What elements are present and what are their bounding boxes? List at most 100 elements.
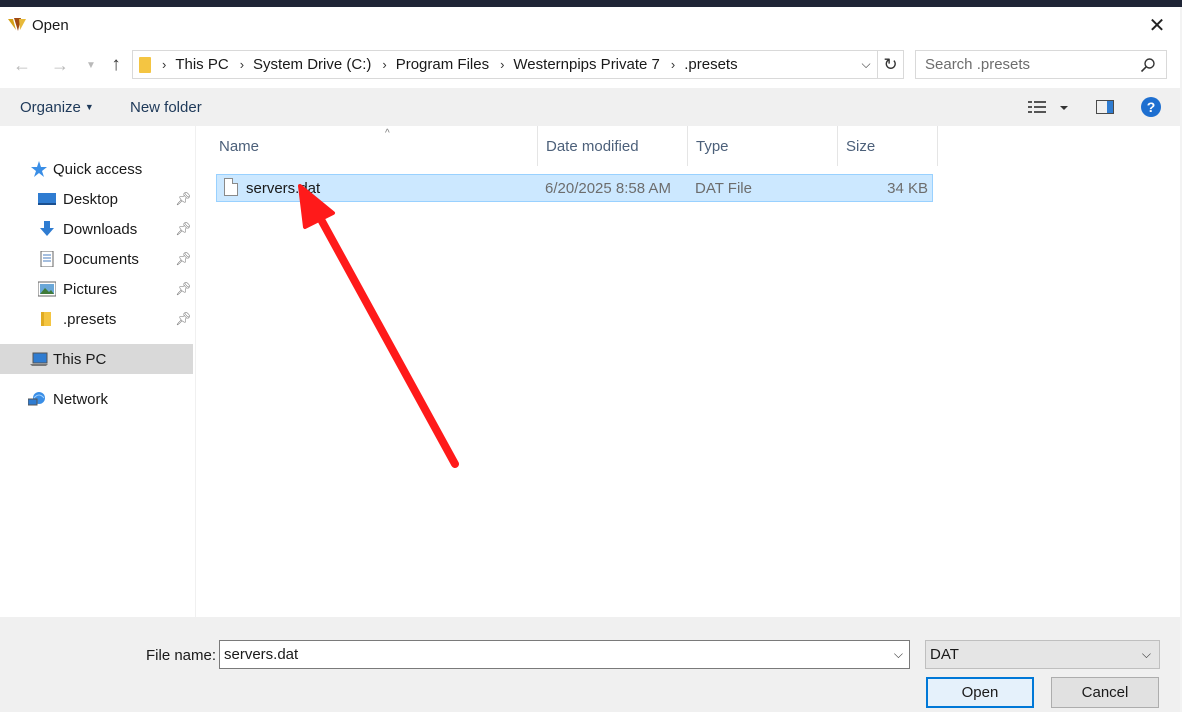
arrow-right-icon: → [51, 54, 69, 75]
sidebar-item-label: Documents [63, 250, 139, 268]
up-button[interactable]: ↑ [105, 54, 127, 76]
navigation-pane: Quick access Desktop 📌︎ Downloads 📌︎ Doc… [0, 126, 196, 617]
column-header-type[interactable]: Type [688, 126, 838, 166]
column-header-date-modified[interactable]: Date modified [538, 126, 688, 166]
file-icon [224, 178, 238, 196]
folder-icon [139, 56, 151, 73]
bottom-bar: File name: servers.dat ⌵ DAT ⌵ Open Canc… [0, 617, 1180, 712]
close-button[interactable]: ✕ [1134, 7, 1180, 43]
chevron-right-icon[interactable]: › [500, 57, 504, 72]
sidebar-item-label: .presets [63, 310, 117, 328]
close-icon: ✕ [1148, 14, 1166, 37]
download-icon [40, 221, 54, 236]
sidebar-item-pictures[interactable]: Pictures 📌︎ [0, 274, 193, 304]
arrow-left-icon: ← [13, 54, 31, 75]
address-history-button[interactable]: ⌵ [855, 51, 877, 78]
file-type-select[interactable]: DAT ⌵ [925, 640, 1160, 669]
search-input[interactable] [916, 56, 1126, 73]
file-name-field[interactable]: servers.dat ⌵ [219, 640, 910, 669]
column-header-label: Type [696, 137, 729, 155]
search-box[interactable] [915, 50, 1167, 79]
breadcrumb-system-drive[interactable]: System Drive (C:) [253, 56, 371, 73]
cancel-button[interactable]: Cancel [1051, 677, 1159, 708]
refresh-icon: ↻ [883, 54, 898, 74]
address-bar[interactable]: › This PC › System Drive (C:) › Program … [132, 50, 878, 79]
sidebar-item-downloads[interactable]: Downloads 📌︎ [0, 214, 193, 244]
open-file-dialog: Open ✕ ← → ▼ ↑ › This PC › System Drive … [0, 7, 1180, 712]
sidebar-item-presets[interactable]: .presets 📌︎ [0, 304, 193, 334]
command-bar: Organize ▼ New folder ? [0, 88, 1180, 126]
chevron-down-icon: ⌵ [1141, 647, 1151, 661]
window-title: Open [32, 17, 69, 34]
app-logo-icon [8, 18, 26, 31]
preview-pane-button[interactable] [1096, 100, 1114, 114]
sidebar-item-this-pc[interactable]: This PC [0, 344, 193, 374]
new-folder-button[interactable]: New folder [130, 99, 202, 116]
column-header-label: Size [846, 137, 876, 155]
file-name-value[interactable]: servers.dat [220, 646, 298, 663]
details-view-icon [1028, 101, 1046, 113]
caret-down-icon: ▼ [84, 102, 94, 112]
sidebar-item-label: Quick access [53, 160, 143, 178]
caret-down-icon [1060, 106, 1068, 110]
pin-icon[interactable]: 📌︎ [175, 191, 192, 207]
chevron-right-icon[interactable]: › [671, 57, 675, 72]
file-name: servers.dat [246, 180, 321, 197]
sidebar-item-label: Desktop [63, 190, 119, 208]
help-button[interactable]: ? [1141, 97, 1161, 117]
search-icon [1140, 58, 1155, 73]
sidebar-item-label: Pictures [63, 280, 118, 298]
computer-icon [30, 352, 48, 366]
sidebar-item-label: This PC [53, 350, 107, 368]
breadcrumb-westernpips[interactable]: Westernpips Private 7 [513, 56, 659, 73]
title-bar: Open ✕ [0, 7, 1180, 43]
navigation-bar: ← → ▼ ↑ › This PC › System Drive (C:) › … [0, 50, 1180, 80]
organize-menu-button[interactable]: Organize ▼ [20, 99, 94, 116]
sidebar-item-quick-access[interactable]: Quick access [0, 154, 193, 184]
file-type: DAT File [695, 180, 752, 197]
sort-ascending-icon: ^ [385, 128, 390, 139]
chevron-down-icon: ⌵ [861, 57, 871, 71]
sidebar-item-network[interactable]: Network [0, 384, 193, 414]
refresh-button[interactable]: ↻ [878, 50, 904, 79]
pictures-icon [38, 281, 56, 297]
file-type-value: DAT [930, 646, 959, 663]
breadcrumb-presets[interactable]: .presets [684, 56, 737, 73]
file-list: Name ^ Date modified Type Size servers.d… [196, 126, 1180, 617]
breadcrumb-program-files[interactable]: Program Files [396, 56, 489, 73]
network-icon [28, 392, 45, 406]
file-size: 34 KB [887, 180, 928, 197]
column-header-name[interactable]: Name ^ [211, 126, 538, 166]
breadcrumb-this-pc[interactable]: This PC [175, 56, 228, 73]
forward-button[interactable]: → [49, 54, 71, 76]
file-row[interactable]: servers.dat 6/20/2025 8:58 AM DAT File 3… [216, 174, 933, 202]
file-date-modified: 6/20/2025 8:58 AM [545, 180, 671, 197]
chevron-down-icon: ▼ [86, 59, 96, 71]
document-icon [40, 251, 54, 267]
recent-locations-button[interactable]: ▼ [80, 54, 102, 76]
pin-icon[interactable]: 📌︎ [175, 221, 192, 237]
back-button[interactable]: ← [11, 54, 33, 76]
desktop-icon [38, 193, 56, 205]
sidebar-item-label: Network [53, 390, 109, 408]
star-icon [31, 161, 47, 177]
sidebar-item-desktop[interactable]: Desktop 📌︎ [0, 184, 193, 214]
organize-label: Organize [20, 99, 81, 116]
column-header-label: Date modified [546, 137, 639, 155]
chevron-down-icon[interactable]: ⌵ [894, 647, 903, 662]
sidebar-item-documents[interactable]: Documents 📌︎ [0, 244, 193, 274]
arrow-up-icon: ↑ [111, 54, 121, 75]
chevron-right-icon[interactable]: › [382, 57, 386, 72]
sidebar-item-label: Downloads [63, 220, 138, 238]
file-name-label: File name: [146, 647, 217, 664]
chevron-right-icon[interactable]: › [162, 57, 166, 72]
chevron-right-icon[interactable]: › [240, 57, 244, 72]
column-header-label: Name [219, 137, 260, 155]
column-header-size[interactable]: Size [838, 126, 938, 166]
open-button[interactable]: Open [926, 677, 1034, 708]
change-view-button[interactable] [1028, 99, 1072, 117]
pin-icon[interactable]: 📌︎ [175, 281, 192, 297]
folder-icon [41, 312, 51, 326]
pin-icon[interactable]: 📌︎ [175, 251, 192, 267]
pin-icon[interactable]: 📌︎ [175, 311, 192, 327]
